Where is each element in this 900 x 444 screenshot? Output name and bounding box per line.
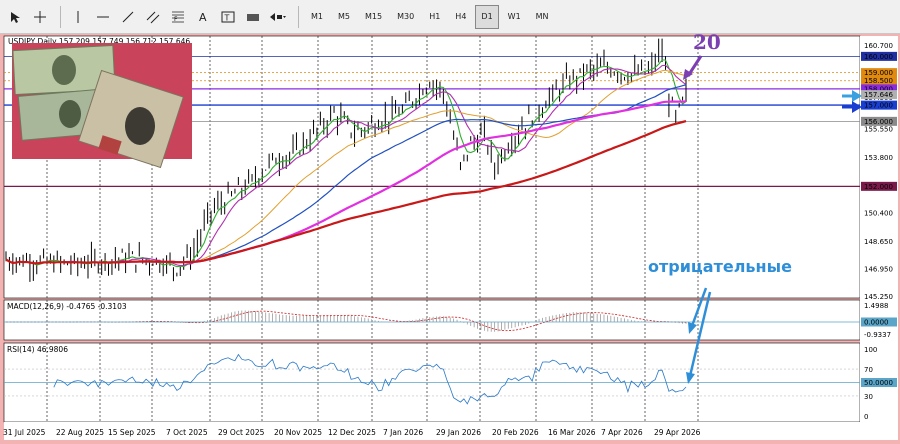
crosshair-icon[interactable] [29, 5, 51, 29]
timeframe-group: M1 M5 M15 M30 H1 H4 D1 W1 MN [305, 4, 558, 29]
svg-text:A: A [199, 11, 207, 24]
rectangle-icon[interactable] [242, 5, 264, 29]
price-tick-label: 153.800 [864, 154, 893, 162]
date-axis-label: 16 Mar 2026 [548, 428, 596, 437]
date-axis-label: 15 Sep 2025 [108, 428, 156, 437]
date-axis-label: 20 Nov 2025 [274, 428, 322, 437]
date-axis-label: 22 Aug 2025 [56, 428, 104, 437]
timeframe-w1[interactable]: W1 [502, 5, 527, 29]
rsi-axis-label: 30 [864, 393, 873, 401]
rsi-axis-label: 0 [864, 413, 868, 421]
timeframe-m5[interactable]: M5 [332, 5, 356, 29]
price-level-tag-label: 158.500 [864, 77, 893, 85]
annotation-number: 20 [693, 34, 721, 54]
rsi-axis-label: 100 [864, 346, 877, 354]
price-level-tag-label: 157.646 [864, 91, 893, 99]
price-tick-label: 146.950 [864, 265, 893, 273]
price-tick-label: 148.650 [864, 238, 893, 246]
macd-axis-label: -0.9337 [864, 331, 891, 339]
price-tick-label: 150.400 [864, 209, 893, 217]
rsi-axis-label: 50.0000 [864, 379, 893, 387]
cursor-icon[interactable] [4, 5, 26, 29]
price-level-tag-label: 156.000 [864, 118, 893, 126]
vertical-line-icon[interactable] [67, 5, 89, 29]
macd-axis-label: 1.4988 [864, 302, 889, 310]
price-level-tag-label: 152.000 [864, 183, 893, 191]
timeframe-d1[interactable]: D1 [475, 4, 499, 29]
label-tool-icon[interactable]: T [217, 5, 239, 29]
date-axis-label: 29 Oct 2025 [218, 428, 265, 437]
timeframe-m30[interactable]: M30 [391, 5, 420, 29]
timeframe-h4[interactable]: H4 [449, 5, 472, 29]
timeframe-mn[interactable]: MN [530, 5, 555, 29]
macd-label: MACD(12,26,9) -0.4765 -0.3103 [7, 302, 127, 311]
date-axis-label: 7 Oct 2025 [166, 428, 208, 437]
price-tick-label: 145.250 [864, 293, 893, 301]
price-level-tag-label: 157.000 [864, 102, 893, 110]
horizontal-line-icon[interactable] [92, 5, 114, 29]
date-axis-label: 29 Apr 2026 [654, 428, 701, 437]
date-axis-label: 7 Jan 2026 [383, 428, 423, 437]
arrows-dropdown-icon[interactable] [267, 5, 289, 29]
price-level-tag-label: 160.000 [864, 53, 893, 61]
timeframe-h1[interactable]: H1 [423, 5, 446, 29]
text-tool-icon[interactable]: A [192, 5, 214, 29]
date-axis-label: 12 Dec 2025 [328, 428, 376, 437]
money-photo-icon [12, 43, 192, 169]
timeframe-m1[interactable]: M1 [305, 5, 329, 29]
date-axis-label: 7 Apr 2026 [601, 428, 643, 437]
date-axis-label: 20 Feb 2026 [492, 428, 539, 437]
macd-axis-label: 0.0000 [864, 319, 889, 327]
chart-area: 160.700159.000157.500155.550153.800152.0… [3, 34, 898, 440]
price-tick-label: 160.700 [864, 42, 893, 50]
dollar-portrait [52, 55, 76, 85]
fibonacci-icon[interactable]: F [167, 5, 189, 29]
yen-portrait [125, 107, 155, 145]
dollar-portrait [59, 100, 81, 128]
svg-text:T: T [224, 13, 230, 22]
svg-text:F: F [174, 16, 178, 23]
annotation-word: отрицательные [648, 257, 792, 276]
price-level-tag-label: 159.000 [864, 69, 893, 77]
date-axis-label: 31 Jul 2025 [3, 428, 46, 437]
rsi-label: RSI(14) 46.9806 [7, 345, 68, 354]
price-tick-label: 155.550 [864, 126, 893, 134]
rsi-axis-label: 70 [864, 366, 873, 374]
date-axis-label: 29 Jan 2026 [436, 428, 481, 437]
toolbar-separator [298, 5, 299, 28]
macd-panel [3, 299, 861, 341]
timeframe-m15[interactable]: M15 [359, 5, 388, 29]
chart-toolbar: F A T M1 M5 M15 M30 H1 H4 D1 W1 MN [0, 0, 900, 34]
channel-icon[interactable] [142, 5, 164, 29]
toolbar-separator [60, 5, 61, 28]
trendline-icon[interactable] [117, 5, 139, 29]
